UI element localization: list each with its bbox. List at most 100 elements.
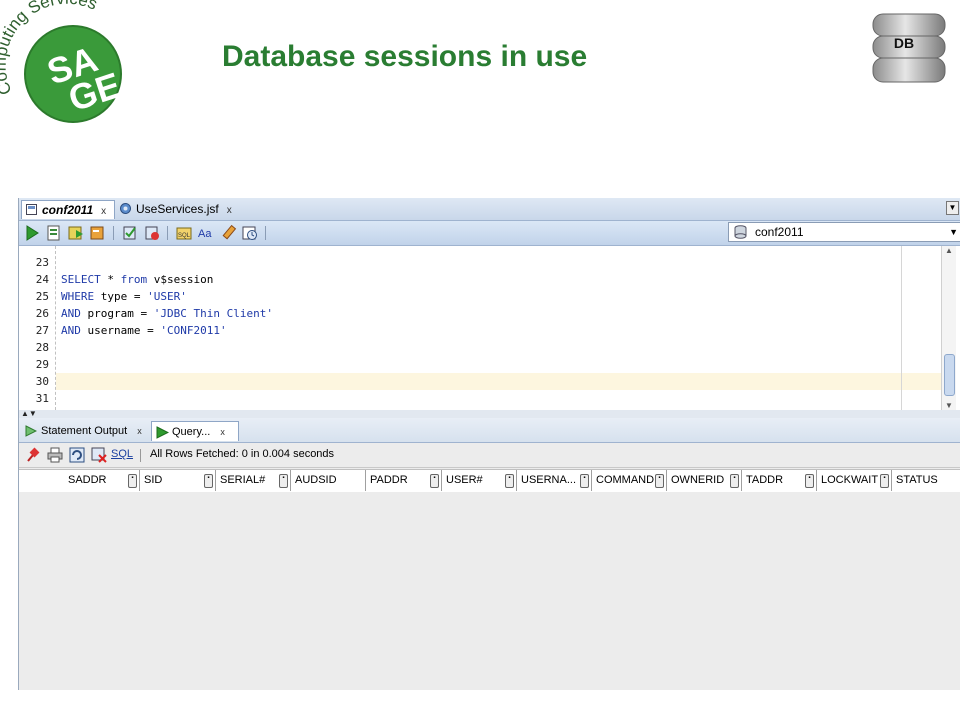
sql-editor[interactable]: 23 24 25 26 27 28 29 30 31 SELECT * from… xyxy=(19,246,960,410)
line-number: 29 xyxy=(35,358,49,371)
close-icon[interactable]: x xyxy=(220,427,225,437)
scroll-down-icon[interactable]: ▼ xyxy=(943,401,955,410)
scrollbar-thumb[interactable] xyxy=(944,354,955,396)
tab-statement-output[interactable]: Statement Output x xyxy=(21,421,149,441)
column-label: STATUS xyxy=(896,474,938,486)
column-label: SID xyxy=(144,474,163,486)
sql-identifier: program = xyxy=(80,307,154,320)
sql-tuning-icon[interactable]: SQL xyxy=(175,224,193,242)
sql-identifier: username = xyxy=(80,324,161,337)
column-label: USERNA... xyxy=(521,474,577,486)
connection-select[interactable]: conf2011 ▼ xyxy=(728,222,960,242)
sql-keyword: WHERE xyxy=(61,290,95,303)
column-label: COMMAND xyxy=(596,474,655,486)
database-connection-icon xyxy=(734,225,747,239)
column-label: AUDSID xyxy=(295,474,337,486)
column-header-sid[interactable]: SID ▪ xyxy=(140,470,216,491)
sort-icon[interactable]: ▪ xyxy=(204,474,213,488)
rollback-icon[interactable] xyxy=(143,224,161,242)
tab-query-result[interactable]: Query... x xyxy=(151,421,239,441)
tab-label: Statement Output xyxy=(41,425,128,437)
toolbar-separator xyxy=(113,226,114,240)
column-header-user[interactable]: USER# ▪ xyxy=(442,470,517,491)
editor-scrollbar[interactable]: ▲ ▼ xyxy=(941,246,956,410)
sql-keyword: AND xyxy=(61,307,81,320)
editor-tab-bar: conf2011 x UseServices.jsf x ▼ xyxy=(19,198,960,221)
tab-list-dropdown-icon[interactable]: ▼ xyxy=(946,201,959,215)
results-tab-bar: Statement Output x Query... x xyxy=(19,418,960,443)
line-number-gutter: 23 24 25 26 27 28 29 30 31 xyxy=(19,246,56,410)
column-label: SADDR xyxy=(68,474,107,486)
current-line-highlight xyxy=(56,373,941,390)
delete-rows-icon[interactable] xyxy=(91,447,107,463)
refresh-icon[interactable] xyxy=(69,447,85,463)
sort-icon[interactable]: ▪ xyxy=(505,474,514,488)
column-label: TADDR xyxy=(746,474,784,486)
sort-icon[interactable]: ▪ xyxy=(580,474,589,488)
column-header-command[interactable]: COMMAND ▪ xyxy=(592,470,667,491)
sort-icon[interactable]: ▪ xyxy=(730,474,739,488)
run-statement-icon xyxy=(156,426,169,439)
sql-link[interactable]: SQL xyxy=(111,448,133,460)
sql-keyword: AND xyxy=(61,324,81,337)
close-icon[interactable]: x xyxy=(227,205,232,216)
tab-label: UseServices.jsf xyxy=(136,202,219,216)
sort-icon[interactable]: ▪ xyxy=(128,474,137,488)
print-icon[interactable] xyxy=(47,447,63,463)
commit-icon[interactable] xyxy=(121,224,139,242)
to-upper-icon[interactable]: Aa xyxy=(197,224,215,242)
sort-icon[interactable]: ▪ xyxy=(880,474,889,488)
column-header-ownerid[interactable]: OWNERID ▪ xyxy=(667,470,742,491)
pin-icon[interactable] xyxy=(25,447,41,463)
column-header-username[interactable]: USERNA... ▪ xyxy=(517,470,592,491)
worksheet-toolbar: SQL Aa conf2011 ▼ xyxy=(19,221,960,246)
sql-string: 'JDBC Thin Client' xyxy=(153,307,273,320)
toolbar-separator xyxy=(167,226,168,240)
panel-splitter[interactable]: ▲▼ xyxy=(19,409,960,418)
sort-icon[interactable]: ▪ xyxy=(279,474,288,488)
clear-icon[interactable] xyxy=(219,224,237,242)
line-number: 24 xyxy=(35,273,49,286)
tab-conf2011[interactable]: conf2011 x xyxy=(21,200,115,219)
column-header-lockwait[interactable]: LOCKWAIT ▪ xyxy=(817,470,892,491)
result-grid-body[interactable] xyxy=(19,492,960,690)
chevron-down-icon[interactable]: ▼ xyxy=(949,223,958,241)
autotrace-icon[interactable] xyxy=(67,224,85,242)
jsf-file-icon xyxy=(120,203,131,214)
sort-icon[interactable]: ▪ xyxy=(655,474,664,488)
sql-string: 'USER' xyxy=(147,290,187,303)
explain-plan-icon[interactable] xyxy=(89,224,107,242)
sql-string: 'CONF2011' xyxy=(160,324,227,337)
close-icon[interactable]: x xyxy=(137,426,142,436)
run-statement-icon[interactable] xyxy=(23,224,41,242)
column-header-audsid[interactable]: AUDSID xyxy=(291,470,366,491)
tab-label: Query... xyxy=(172,426,211,438)
connection-name: conf2011 xyxy=(755,225,804,239)
column-header-paddr[interactable]: PADDR ▪ xyxy=(366,470,442,491)
toolbar-separator xyxy=(265,226,266,240)
column-header-saddr[interactable]: SADDR ▪ xyxy=(64,470,140,491)
history-icon[interactable] xyxy=(241,224,259,242)
tab-label: conf2011 xyxy=(42,203,94,217)
sql-keyword: from xyxy=(120,273,148,286)
line-number: 26 xyxy=(35,307,49,320)
column-label: OWNERID xyxy=(671,474,725,486)
sort-icon[interactable]: ▪ xyxy=(805,474,814,488)
results-toolbar: SQL All Rows Fetched: 0 in 0.004 seconds xyxy=(19,443,960,468)
run-script-icon[interactable] xyxy=(45,224,63,242)
sort-icon[interactable]: ▪ xyxy=(430,474,439,488)
sql-identifier: v$session xyxy=(147,273,214,286)
column-header-serial[interactable]: SERIAL# ▪ xyxy=(216,470,291,491)
database-icon: DB xyxy=(872,13,946,83)
sql-identifier: type = xyxy=(94,290,148,303)
column-header-status[interactable]: STATUS xyxy=(892,470,960,491)
line-number: 28 xyxy=(35,341,49,354)
tab-useservices-jsf[interactable]: UseServices.jsf x xyxy=(116,200,232,219)
column-header-taddr[interactable]: TADDR ▪ xyxy=(742,470,817,491)
collapse-arrows-icon[interactable]: ▲▼ xyxy=(21,409,37,418)
code-line-26: AND program = 'JDBC Thin Client' xyxy=(61,305,273,322)
line-number: 23 xyxy=(35,256,49,269)
close-icon[interactable]: x xyxy=(101,206,106,217)
scroll-up-icon[interactable]: ▲ xyxy=(943,246,955,255)
column-label: LOCKWAIT xyxy=(821,474,879,486)
